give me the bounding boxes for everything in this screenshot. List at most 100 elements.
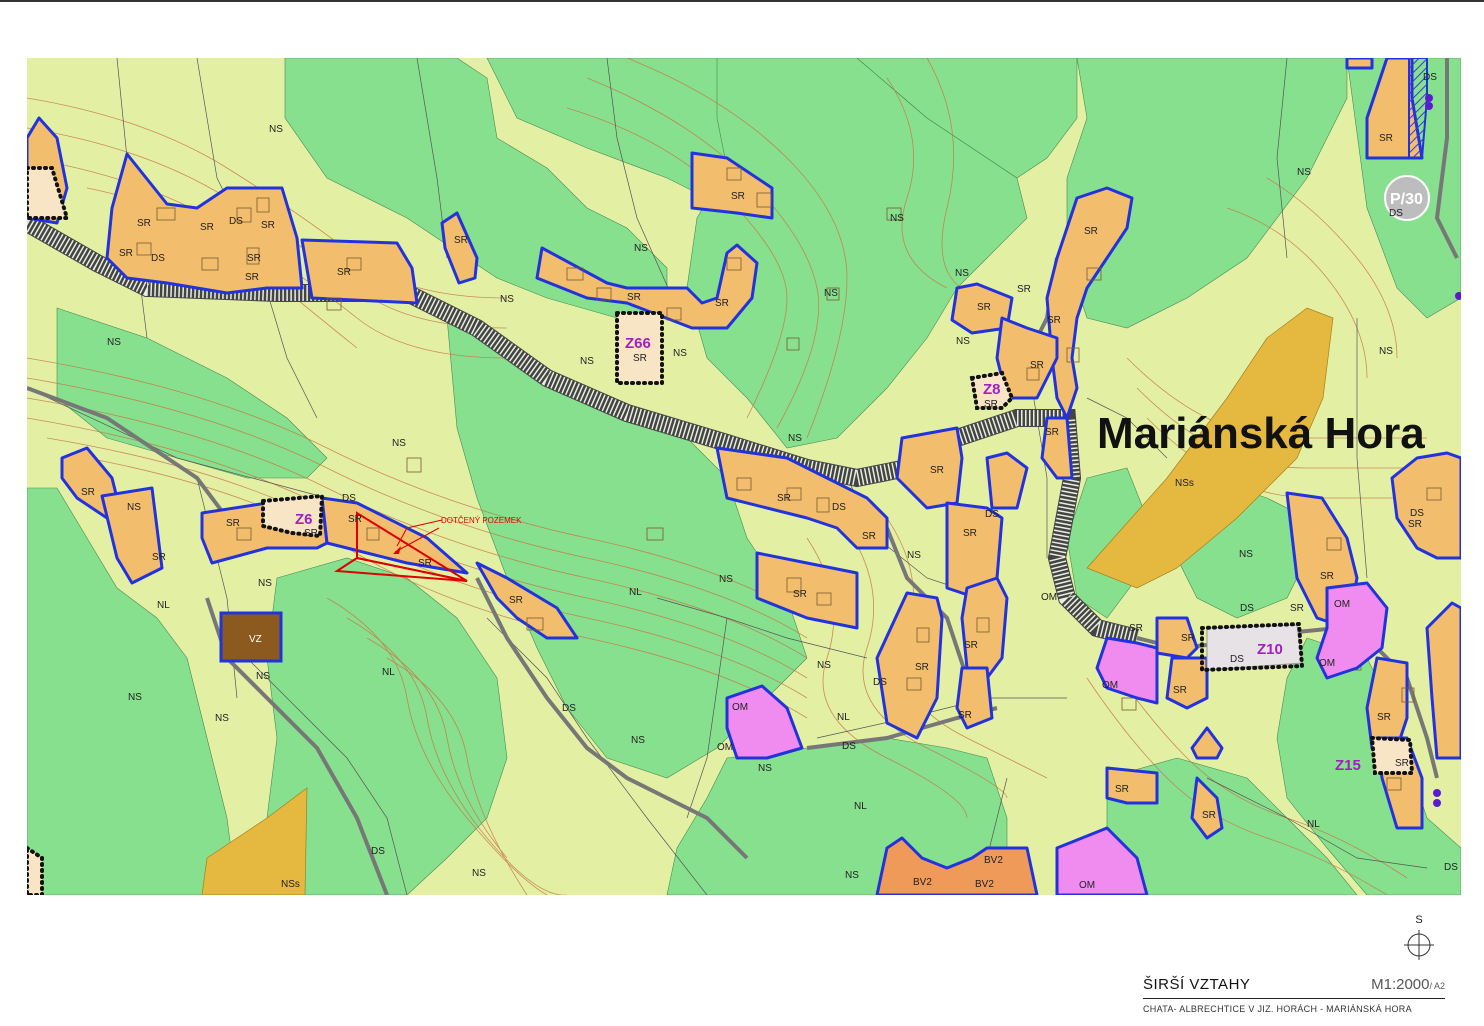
label-ds: DS (1410, 508, 1424, 519)
label-bv2: BV2 (984, 855, 1003, 866)
label-nl: NL (837, 712, 850, 723)
label-om: OM (732, 702, 748, 713)
top-border-line (0, 0, 1484, 2)
label-sr: SR (958, 710, 972, 721)
compass-icon (1404, 930, 1434, 960)
label-sr: SR (454, 235, 468, 246)
label-ns: NS (1239, 549, 1253, 560)
label-sr: SR (152, 552, 166, 563)
label-sr: SR (226, 518, 240, 529)
label-sr: SR (418, 558, 432, 569)
label-sr: SR (261, 220, 275, 231)
label-om: OM (1102, 680, 1118, 691)
label-sr: SR (119, 248, 133, 259)
label-sr: SR (1290, 603, 1304, 614)
label-sr: SR (200, 222, 214, 233)
label-ds: DS (873, 677, 887, 688)
label-ds: DS (1240, 603, 1254, 614)
label-nl: NL (157, 600, 170, 611)
label-ns: NS (890, 213, 904, 224)
label-ns: NS (500, 294, 514, 305)
label-sr: SR (915, 662, 929, 673)
label-ns: NS (472, 868, 486, 879)
scale-info: M1:2000/ A2 (1371, 976, 1445, 993)
label-sr: SR (1408, 519, 1422, 530)
north-arrow: S (1402, 914, 1436, 962)
label-ns: NS (955, 268, 969, 279)
label-ds: DS (1423, 72, 1437, 83)
zoning-map[interactable]: P/30 SR SR DS SR SR DS SR SR SR NS NS NS… (27, 58, 1461, 895)
label-ns: NS (215, 713, 229, 724)
label-nl: NL (629, 587, 642, 598)
label-sr: SR (777, 493, 791, 504)
label-nl: NL (854, 801, 867, 812)
label-sr: SR (862, 531, 876, 542)
label-bv2: BV2 (975, 879, 994, 890)
label-sr: SR (1377, 712, 1391, 723)
label-ns: NS (1297, 167, 1311, 178)
label-sr: SR (509, 595, 523, 606)
label-ns: NS (845, 870, 859, 881)
label-vz: VZ (249, 634, 262, 645)
sheet-subtitle: CHATA- ALBRECHTICE V JIZ. HORÁCH - MARIÁ… (1143, 1004, 1412, 1014)
label-nss: NSs (281, 879, 300, 890)
label-ds: DS (985, 509, 999, 520)
label-ds: DS (1230, 654, 1244, 665)
label-ns: NS (256, 671, 270, 682)
label-ns: NS (817, 660, 831, 671)
label-ns: NS (269, 124, 283, 135)
label-ns: NS (258, 578, 272, 589)
route-marker-label: P/30 (1390, 191, 1423, 208)
label-ns: NS (634, 243, 648, 254)
label-sr: SR (1395, 758, 1409, 769)
label-ns: NS (127, 502, 141, 513)
label-sr: SR (81, 487, 95, 498)
zone-label-z6: Z6 (295, 511, 313, 528)
label-nl: NL (382, 667, 395, 678)
title-divider (1143, 998, 1445, 999)
label-ns: NS (956, 336, 970, 347)
label-ns: NS (719, 574, 733, 585)
label-ns: NS (631, 735, 645, 746)
label-sr: SR (337, 267, 351, 278)
label-ds: DS (832, 502, 846, 513)
label-ds: DS (842, 741, 856, 752)
label-ns: NS (392, 438, 406, 449)
ds-strip (1206, 624, 1303, 671)
label-sr: SR (1017, 284, 1031, 295)
label-sr: SR (1320, 571, 1334, 582)
label-sr: SR (1115, 784, 1129, 795)
label-ds: DS (342, 493, 356, 504)
label-ds: DS (1389, 208, 1403, 219)
label-sr: SR (1181, 633, 1195, 644)
label-sr: SR (964, 640, 978, 651)
label-ns: NS (107, 337, 121, 348)
label-nl: NL (1307, 819, 1320, 830)
label-sr: SR (247, 253, 261, 264)
label-ns: NS (824, 288, 838, 299)
label-ds: DS (562, 703, 576, 714)
label-bv2: BV2 (913, 877, 932, 888)
zone-label-z15: Z15 (1335, 757, 1361, 774)
affected-parcel-annotation: DOTČENÝ POZEMEK (441, 516, 522, 525)
zone-label-z10: Z10 (1257, 641, 1283, 658)
label-ns: NS (128, 692, 142, 703)
label-sr: SR (984, 399, 998, 410)
label-sr: SR (1173, 685, 1187, 696)
label-sr: SR (1030, 360, 1044, 371)
label-sr: SR (930, 465, 944, 476)
label-om: OM (1319, 658, 1335, 669)
label-sr: SR (793, 589, 807, 600)
label-ns: NS (758, 763, 772, 774)
zone-label-z8: Z8 (983, 381, 1001, 398)
label-ns: NS (907, 550, 921, 561)
label-om: OM (1079, 880, 1095, 891)
label-sr: SR (348, 514, 362, 525)
label-sr: SR (627, 292, 641, 303)
label-sr: SR (1084, 226, 1098, 237)
label-sr: SR (731, 191, 745, 202)
sheet-title: ŠIRŠÍ VZTAHY (1143, 976, 1251, 993)
label-sr: SR (1202, 810, 1216, 821)
label-om: OM (1334, 599, 1350, 610)
label-sr: SR (715, 298, 729, 309)
